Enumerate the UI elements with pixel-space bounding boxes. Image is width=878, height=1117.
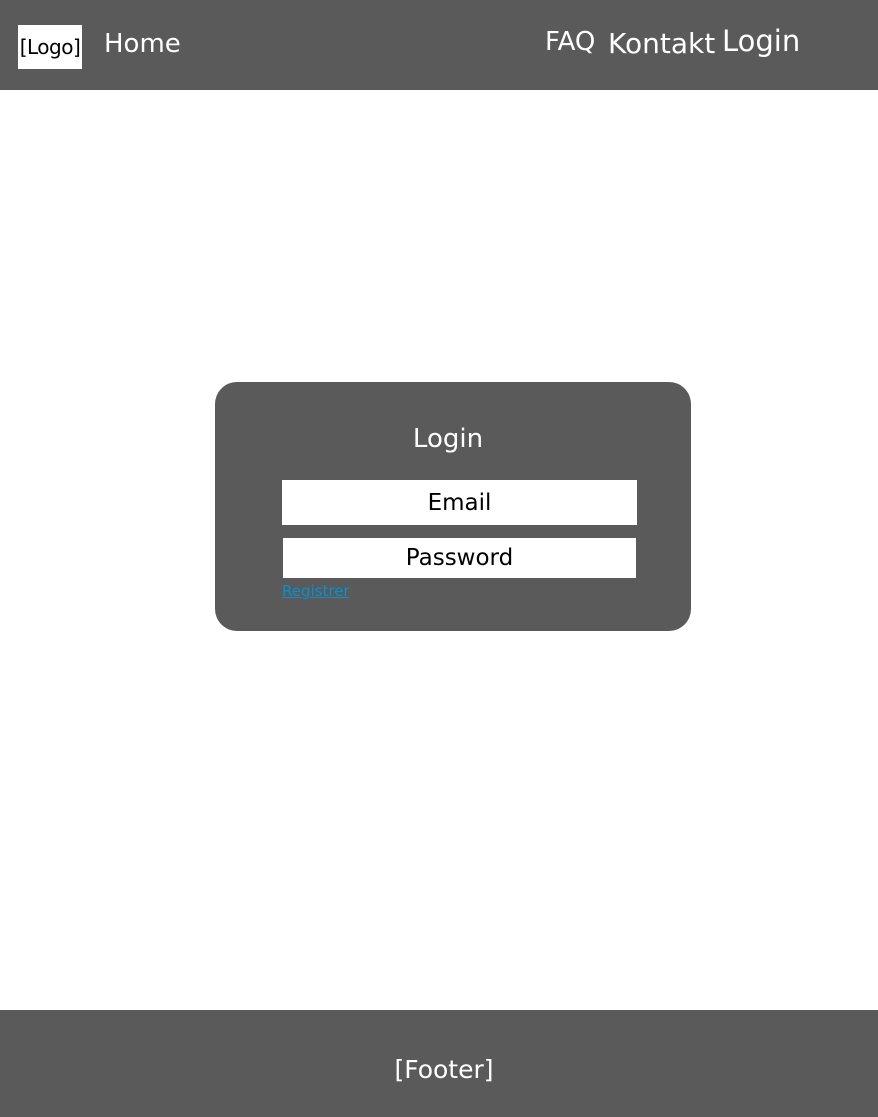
nav-kontakt-link[interactable]: Kontakt	[608, 27, 715, 60]
register-link[interactable]: Registrer	[282, 582, 350, 600]
logo-placeholder[interactable]: [Logo]	[18, 25, 82, 69]
login-title: Login	[412, 424, 484, 454]
nav-login-link[interactable]: Login	[722, 24, 800, 58]
top-navigation-bar: [Logo] Home FAQ Kontakt Login	[0, 0, 878, 90]
password-field[interactable]	[283, 538, 636, 578]
footer: [Footer]	[0, 1010, 878, 1117]
footer-placeholder: [Footer]	[394, 1055, 494, 1084]
login-card: Login Registrer	[215, 382, 691, 631]
nav-home-link[interactable]: Home	[104, 29, 181, 59]
page: [Logo] Home FAQ Kontakt Login Login Regi…	[0, 0, 878, 1117]
nav-faq-link[interactable]: FAQ	[545, 27, 595, 57]
email-field[interactable]	[282, 480, 637, 525]
